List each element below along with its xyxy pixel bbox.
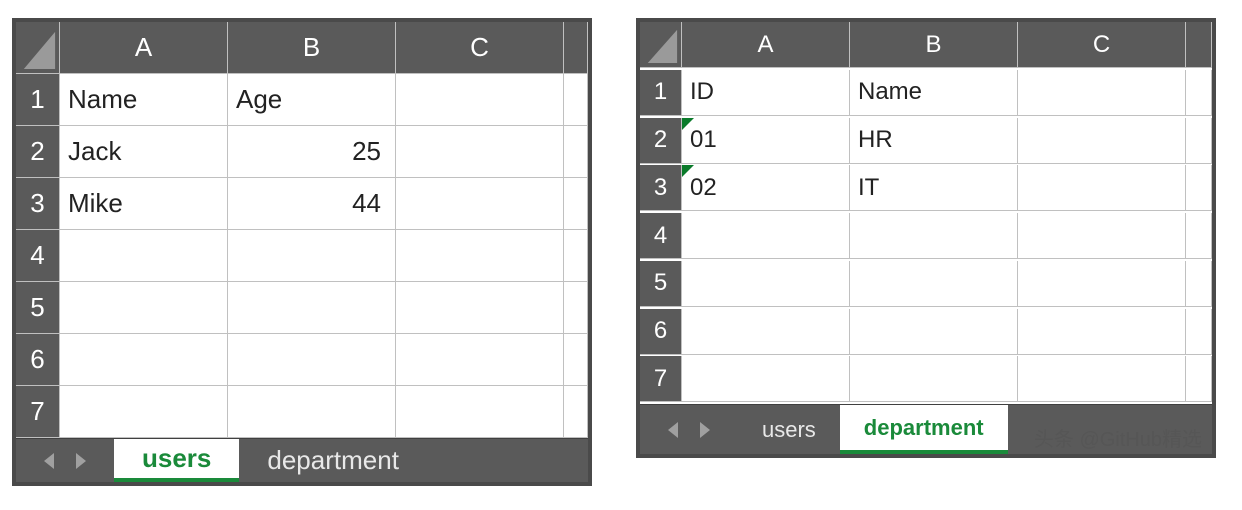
cell-extra-2[interactable] <box>564 126 588 178</box>
tab-scroll-right-icon[interactable] <box>76 453 86 469</box>
cell-A7[interactable] <box>682 356 850 402</box>
cell-C4[interactable] <box>396 230 564 282</box>
cell-B6[interactable] <box>850 309 1018 355</box>
cell-A1[interactable]: ID <box>682 70 850 116</box>
cell-C2[interactable] <box>1018 118 1186 164</box>
cell-A2[interactable]: Jack <box>60 126 228 178</box>
row-header-7[interactable]: 7 <box>16 386 60 438</box>
col-header-A[interactable]: A <box>682 22 850 68</box>
cell-B5[interactable] <box>228 282 396 334</box>
cell-B7[interactable] <box>228 386 396 438</box>
tab-nav <box>640 422 738 438</box>
cell-A2[interactable]: 01 <box>682 118 850 164</box>
tab-scroll-left-icon[interactable] <box>44 453 54 469</box>
cell-extra-4[interactable] <box>1186 213 1212 259</box>
cell-extra-4[interactable] <box>564 230 588 282</box>
cell-B1[interactable]: Name <box>850 70 1018 116</box>
select-all-corner[interactable] <box>16 22 60 74</box>
cell-C4[interactable] <box>1018 213 1186 259</box>
cell-C7[interactable] <box>1018 356 1186 402</box>
cell-C6[interactable] <box>1018 309 1186 355</box>
sheet-tab-department[interactable]: department <box>840 405 1008 454</box>
cell-B1[interactable]: Age <box>228 74 396 126</box>
sheet-tabs: users department <box>114 439 427 482</box>
row-header-1[interactable]: 1 <box>640 70 682 116</box>
select-all-corner[interactable] <box>640 22 682 68</box>
grid-department: A B C 1 ID Name 2 01 HR 3 02 IT 4 5 6 <box>640 22 1212 404</box>
row-header-5[interactable]: 5 <box>16 282 60 334</box>
sheet-tab-users[interactable]: users <box>114 439 239 482</box>
col-header-extra[interactable] <box>1186 22 1212 68</box>
tab-scroll-right-icon[interactable] <box>700 422 710 438</box>
cell-B4[interactable] <box>850 213 1018 259</box>
cell-extra-6[interactable] <box>1186 309 1212 355</box>
cell-A3[interactable]: Mike <box>60 178 228 230</box>
sheet-tab-bar: users department <box>640 404 1212 454</box>
cell-extra-3[interactable] <box>564 178 588 230</box>
cell-extra-7[interactable] <box>1186 356 1212 402</box>
row-header-1[interactable]: 1 <box>16 74 60 126</box>
cell-C1[interactable] <box>396 74 564 126</box>
cell-C3[interactable] <box>1018 165 1186 211</box>
cell-C6[interactable] <box>396 334 564 386</box>
tab-nav <box>16 453 114 469</box>
row-header-7[interactable]: 7 <box>640 356 682 402</box>
cell-A6[interactable] <box>682 309 850 355</box>
cell-B7[interactable] <box>850 356 1018 402</box>
cell-A5[interactable] <box>682 261 850 307</box>
row-header-6[interactable]: 6 <box>640 309 682 355</box>
cell-B2[interactable]: HR <box>850 118 1018 164</box>
cell-B3[interactable]: IT <box>850 165 1018 211</box>
col-header-A[interactable]: A <box>60 22 228 74</box>
cell-extra-1[interactable] <box>564 74 588 126</box>
col-header-B[interactable]: B <box>228 22 396 74</box>
cell-A7[interactable] <box>60 386 228 438</box>
cell-extra-6[interactable] <box>564 334 588 386</box>
col-header-B[interactable]: B <box>850 22 1018 68</box>
row-header-4[interactable]: 4 <box>640 213 682 259</box>
row-header-3[interactable]: 3 <box>640 165 682 211</box>
sheet-tab-department[interactable]: department <box>239 439 427 482</box>
row-header-5[interactable]: 5 <box>640 261 682 307</box>
cell-A6[interactable] <box>60 334 228 386</box>
sheet-tab-bar: users department <box>16 438 588 482</box>
cell-extra-5[interactable] <box>564 282 588 334</box>
cell-extra-1[interactable] <box>1186 70 1212 116</box>
row-header-3[interactable]: 3 <box>16 178 60 230</box>
cell-B4[interactable] <box>228 230 396 282</box>
cell-A3[interactable]: 02 <box>682 165 850 211</box>
cell-B6[interactable] <box>228 334 396 386</box>
col-header-extra[interactable] <box>564 22 588 74</box>
row-header-2[interactable]: 2 <box>640 118 682 164</box>
row-header-6[interactable]: 6 <box>16 334 60 386</box>
tab-scroll-left-icon[interactable] <box>668 422 678 438</box>
cell-C2[interactable] <box>396 126 564 178</box>
cell-extra-3[interactable] <box>1186 165 1212 211</box>
cell-A1[interactable]: Name <box>60 74 228 126</box>
cell-A5[interactable] <box>60 282 228 334</box>
workbook-department: A B C 1 ID Name 2 01 HR 3 02 IT 4 5 6 <box>636 18 1216 458</box>
cell-B5[interactable] <box>850 261 1018 307</box>
workbook-users: A B C 1 Name Age 2 Jack 25 3 Mike 44 4 5 <box>12 18 592 486</box>
sheet-tab-users[interactable]: users <box>738 405 840 454</box>
cell-C7[interactable] <box>396 386 564 438</box>
col-header-C[interactable]: C <box>1018 22 1186 68</box>
cell-C1[interactable] <box>1018 70 1186 116</box>
cell-B2[interactable]: 25 <box>228 126 396 178</box>
cell-A4[interactable] <box>60 230 228 282</box>
cell-extra-7[interactable] <box>564 386 588 438</box>
cell-B3[interactable]: 44 <box>228 178 396 230</box>
cell-C5[interactable] <box>1018 261 1186 307</box>
row-header-4[interactable]: 4 <box>16 230 60 282</box>
col-header-C[interactable]: C <box>396 22 564 74</box>
cell-extra-2[interactable] <box>1186 118 1212 164</box>
cell-A4[interactable] <box>682 213 850 259</box>
cell-C3[interactable] <box>396 178 564 230</box>
grid-users: A B C 1 Name Age 2 Jack 25 3 Mike 44 4 5 <box>16 22 588 438</box>
row-header-2[interactable]: 2 <box>16 126 60 178</box>
sheet-tabs: users department <box>738 405 1008 454</box>
cell-C5[interactable] <box>396 282 564 334</box>
cell-extra-5[interactable] <box>1186 261 1212 307</box>
